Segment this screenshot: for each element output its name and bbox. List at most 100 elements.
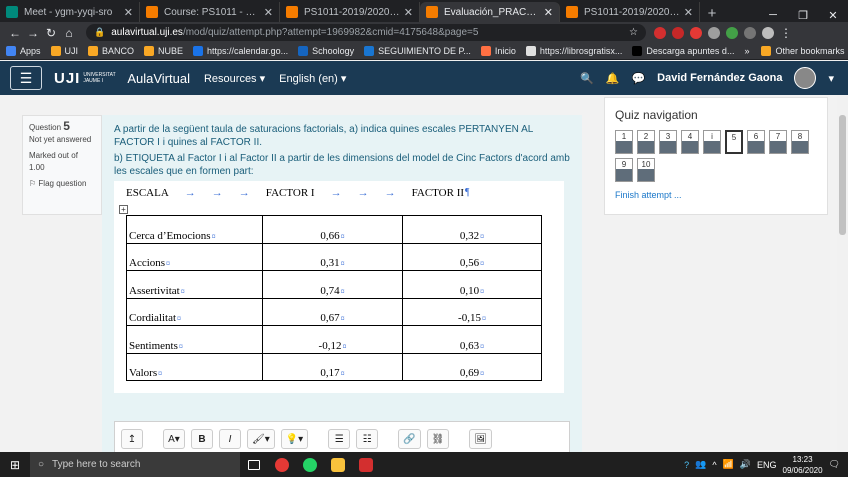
acrobat-icon[interactable] — [352, 452, 380, 477]
volume-icon[interactable]: 🔊 — [740, 459, 751, 470]
quiz-nav-button[interactable]: 3 — [659, 130, 677, 154]
extension-icon[interactable] — [672, 26, 684, 39]
search-icon[interactable]: 🔍 — [580, 72, 594, 85]
extension-icon[interactable] — [654, 26, 666, 39]
unlink-icon[interactable]: ⛓ — [426, 429, 450, 449]
finish-attempt-link[interactable]: Finish attempt ... — [615, 190, 817, 200]
font-color-icon[interactable]: A▾ — [163, 429, 185, 449]
new-tab-button[interactable]: + — [700, 5, 724, 22]
bullet-list-icon[interactable]: ☰ — [328, 429, 351, 449]
quiz-nav-button[interactable]: 6 — [747, 130, 765, 154]
bookmark-item[interactable]: BANCO — [88, 46, 134, 56]
tab-close-icon[interactable]: ✕ — [544, 6, 553, 19]
tab-close-icon[interactable]: ✕ — [684, 6, 693, 19]
other-bookmarks[interactable]: Other bookmarks — [761, 46, 845, 56]
site-logo[interactable]: UJI UNIVERSITAT JAUME I — [54, 70, 117, 87]
reload-icon[interactable]: ↻ — [42, 26, 60, 40]
whatsapp-icon[interactable] — [296, 452, 324, 477]
quiz-nav-button[interactable]: 7 — [769, 130, 787, 154]
people-icon[interactable]: 👥 — [695, 459, 706, 470]
extension-icon[interactable] — [744, 26, 756, 39]
scrollbar-thumb[interactable] — [839, 115, 846, 235]
bold-icon[interactable]: B — [191, 429, 213, 449]
site-brand[interactable]: AulaVirtual — [127, 71, 190, 86]
bookmark-item[interactable]: SEGUIMIENTO DE P... — [364, 46, 471, 56]
quiz-nav-button[interactable]: 1 — [615, 130, 633, 154]
factor-2-value: -0,15 — [458, 312, 481, 324]
extension-icon[interactable] — [690, 26, 702, 39]
bookmark-item[interactable]: Apps — [6, 46, 41, 56]
file-explorer-icon[interactable] — [324, 452, 352, 477]
page-scrollbar[interactable] — [837, 95, 848, 452]
bookmark-star-icon[interactable]: ☆ — [629, 27, 638, 38]
forward-icon[interactable]: → — [24, 26, 42, 40]
bell-icon[interactable]: 🔔 — [606, 72, 620, 85]
help-icon[interactable]: ? — [684, 460, 689, 470]
numbered-list-icon[interactable]: ☷ — [356, 429, 379, 449]
quiz-nav-button[interactable]: 10 — [637, 158, 655, 182]
browser-tab[interactable]: Evaluación_PRÁCTICAS (PR/LA ✕ — [420, 2, 560, 22]
task-view-icon[interactable] — [240, 452, 268, 477]
url-input[interactable]: 🔒 aulavirtual.uji.es /mod/quiz/attempt.p… — [86, 24, 646, 41]
saturation-table: Cerca d’Emocions¤ 0,66¤ 0,32¤ Accions¤ 0,… — [126, 215, 542, 381]
more-bookmarks-icon[interactable]: » — [744, 46, 749, 56]
table-move-handle[interactable]: + — [119, 205, 128, 214]
answered-indicator — [660, 141, 676, 153]
quiz-nav-button[interactable]: 4 — [681, 130, 699, 154]
user-name[interactable]: David Fernández Gaona — [657, 72, 782, 84]
notifications-icon[interactable]: 🗨 — [829, 459, 840, 470]
language-menu[interactable]: English (en) ▾ — [279, 72, 346, 85]
close-icon[interactable]: ✕ — [818, 9, 848, 22]
minimize-icon[interactable]: ─ — [758, 9, 788, 22]
cell-end-mark-icon: ¤ — [480, 286, 485, 296]
flag-question-link[interactable]: ⚐ Flag question — [29, 178, 95, 190]
chevron-down-icon[interactable]: ▾ — [828, 72, 834, 85]
taskbar-search-placeholder: Type here to search — [52, 459, 141, 470]
style-icon[interactable]: 🖌▾ — [247, 429, 275, 449]
quiz-nav-button[interactable]: 9 — [615, 158, 633, 182]
chrome-icon[interactable] — [268, 452, 296, 477]
browser-tab[interactable]: Meet - ygm-yyqi-sro ✕ — [0, 2, 140, 22]
tab-close-icon[interactable]: ✕ — [124, 6, 133, 19]
avatar[interactable] — [794, 67, 817, 89]
italic-icon[interactable]: I — [219, 429, 241, 449]
answer-editor[interactable]: ↥ A▾ B I 🖌▾ 💡▾ ☰ ☷ 🔗 ⛓ 🖼 — [114, 421, 570, 452]
chevron-up-icon[interactable]: ^ — [712, 460, 716, 470]
resources-menu[interactable]: Resources ▾ — [204, 72, 265, 85]
taskbar-search[interactable]: ○ Type here to search — [30, 452, 240, 477]
tab-close-icon[interactable]: ✕ — [264, 6, 273, 19]
restore-icon[interactable]: ❐ — [788, 9, 818, 22]
home-icon[interactable]: ⌂ — [60, 26, 78, 40]
windows-start-icon[interactable]: ⊞ — [0, 458, 30, 472]
browser-tab[interactable]: PS1011-2019/2020: Evaluación ✕ — [560, 2, 700, 22]
bookmark-item[interactable]: Descarga apuntes d... — [632, 46, 734, 56]
chat-icon[interactable]: 💬 — [631, 72, 645, 85]
bookmark-item[interactable]: https://librosgratisx... — [525, 46, 622, 56]
tab-close-icon[interactable]: ✕ — [404, 6, 413, 19]
bookmark-item[interactable]: Schoology — [298, 46, 354, 56]
bookmark-item[interactable]: NUBE — [144, 46, 183, 56]
link-icon[interactable]: 🔗 — [398, 429, 421, 449]
extension-icon[interactable] — [726, 26, 738, 39]
extension-icon[interactable] — [708, 26, 720, 39]
language-indicator[interactable]: ENG — [757, 460, 777, 470]
collapse-icon[interactable]: ↥ — [121, 429, 143, 449]
menu-dots-icon[interactable]: ⋮ — [780, 27, 792, 39]
quiz-nav-button[interactable]: 2 — [637, 130, 655, 154]
network-icon[interactable]: 📶 — [723, 459, 734, 470]
quiz-nav-button[interactable]: i — [703, 130, 721, 154]
bookmark-item[interactable]: UJI — [50, 46, 78, 56]
drawer-toggle-button[interactable]: ☰ — [10, 66, 42, 90]
profile-avatar-icon[interactable] — [762, 26, 774, 39]
lightbulb-icon[interactable]: 💡▾ — [280, 429, 309, 449]
browser-tab[interactable]: PS1011-2019/2020: Evaluación ✕ — [280, 2, 420, 22]
image-icon[interactable]: 🖼 — [469, 429, 493, 449]
bookmark-item[interactable]: Inicio — [480, 46, 516, 56]
bookmark-icon — [525, 46, 536, 56]
bookmark-item[interactable]: https://calendar.go... — [193, 46, 288, 56]
back-icon[interactable]: ← — [6, 26, 24, 40]
quiz-nav-button[interactable]: 8 — [791, 130, 809, 154]
quiz-nav-button[interactable]: 5 — [725, 130, 743, 154]
clock[interactable]: 13:23 09/06/2020 — [783, 454, 823, 476]
browser-tab[interactable]: Course: PS1011 - Psicologia de ✕ — [140, 2, 280, 22]
